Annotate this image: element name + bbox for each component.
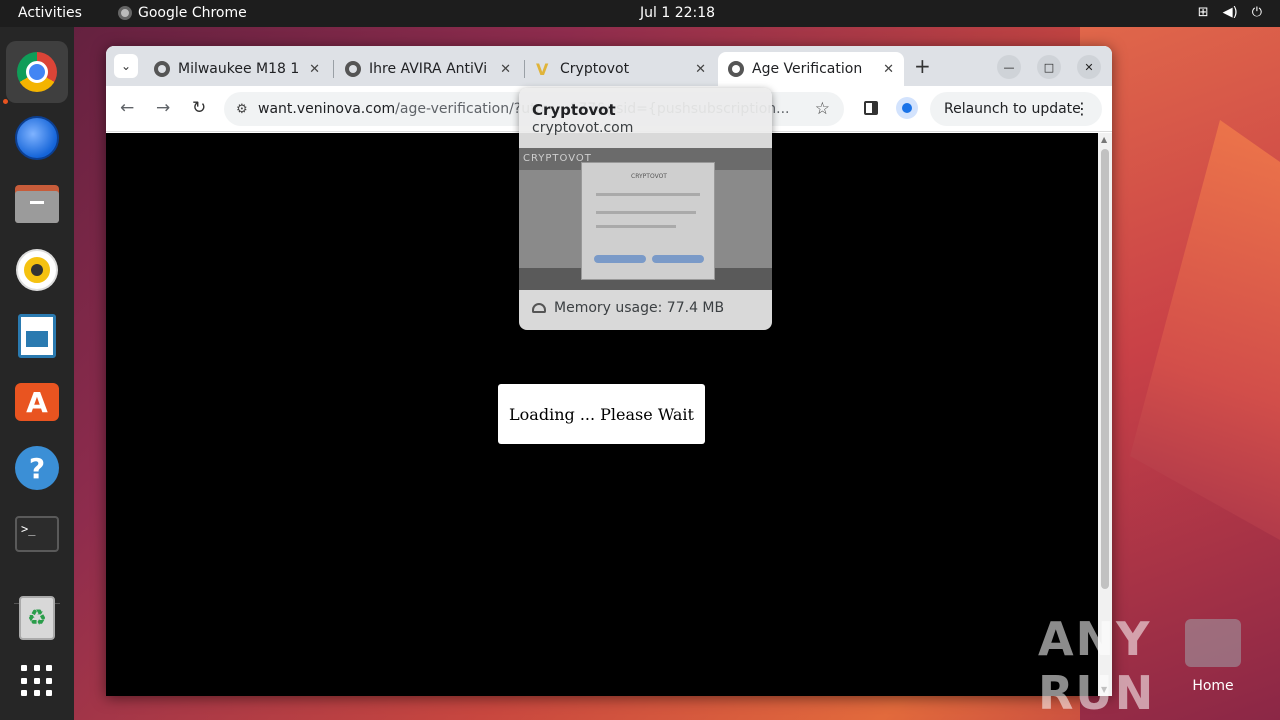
close-icon[interactable]: ✕ bbox=[309, 62, 320, 77]
side-panel-icon[interactable] bbox=[864, 101, 878, 115]
minimize-button[interactable]: — bbox=[997, 55, 1021, 79]
scroll-up-icon[interactable]: ▲ bbox=[1101, 135, 1107, 144]
tab-title: Ihre AVIRA AntiVi bbox=[369, 61, 488, 77]
terminal-icon: >_ bbox=[15, 516, 59, 552]
tab-title: Cryptovot bbox=[560, 61, 630, 77]
url-host: want.veninova.com bbox=[258, 101, 396, 117]
network-icon[interactable]: ⊞ bbox=[1198, 5, 1209, 20]
anyrun-watermark: ANY RUN bbox=[1038, 612, 1156, 720]
relaunch-label: Relaunch to update bbox=[944, 101, 1081, 117]
clock[interactable]: Jul 1 22:18 bbox=[640, 5, 715, 21]
tab-age-verification[interactable]: Age Verification ✕ bbox=[718, 52, 904, 86]
maximize-button[interactable]: □ bbox=[1037, 55, 1061, 79]
top-bar: Activities Google Chrome Jul 1 22:18 ⊞ ◀… bbox=[0, 0, 1280, 27]
dock-writer[interactable] bbox=[6, 305, 68, 367]
globe-icon bbox=[728, 61, 744, 77]
cryptovot-v-icon: V bbox=[536, 59, 549, 79]
reload-icon: ↻ bbox=[192, 98, 207, 118]
tab-separator bbox=[524, 60, 525, 78]
activities-button[interactable]: Activities bbox=[18, 5, 82, 21]
site-info-icon[interactable]: ⚙ bbox=[236, 102, 258, 117]
tab-search-button[interactable]: ⌄ bbox=[114, 54, 138, 78]
help-icon: ? bbox=[15, 446, 59, 490]
running-indicator bbox=[3, 99, 8, 104]
chevron-down-icon: ⌄ bbox=[120, 59, 132, 73]
app-menu[interactable]: Google Chrome bbox=[118, 5, 247, 21]
chrome-icon bbox=[17, 52, 57, 92]
tab-separator bbox=[333, 60, 334, 78]
forward-button[interactable]: → bbox=[156, 98, 170, 118]
memory-gauge-icon bbox=[532, 303, 546, 313]
back-button[interactable]: ← bbox=[120, 98, 134, 118]
arrow-right-icon: → bbox=[156, 98, 171, 118]
dock-files[interactable] bbox=[6, 173, 68, 235]
writer-icon bbox=[18, 314, 56, 358]
app-grid-icon bbox=[21, 665, 53, 697]
hover-card-thumbnail: CRYPTOVOT CRYPTOVOT bbox=[519, 148, 772, 290]
home-label[interactable]: Home bbox=[1178, 678, 1248, 694]
hover-card-title: Cryptovot bbox=[532, 101, 616, 119]
profile-avatar[interactable] bbox=[896, 97, 918, 119]
dock: A ? >_ ♻ bbox=[0, 27, 74, 720]
trash-icon: ♻ bbox=[19, 596, 55, 640]
close-icon: ✕ bbox=[1084, 60, 1094, 74]
dock-app-center[interactable]: A bbox=[6, 371, 68, 433]
power-icon[interactable]: ⏻ bbox=[1252, 5, 1262, 20]
dock-thunderbird[interactable] bbox=[6, 107, 68, 169]
volume-icon[interactable]: ◀) bbox=[1223, 5, 1238, 20]
chrome-icon bbox=[118, 6, 132, 20]
reload-button[interactable]: ↻ bbox=[192, 98, 206, 118]
close-icon[interactable]: ✕ bbox=[695, 62, 706, 77]
folder-icon bbox=[15, 185, 59, 223]
show-apps-button[interactable] bbox=[6, 650, 68, 712]
tab-hover-card: Cryptovot cryptovot.com CRYPTOVOT CRYPTO… bbox=[519, 88, 772, 330]
app-center-icon: A bbox=[15, 383, 59, 421]
close-icon[interactable]: ✕ bbox=[500, 62, 511, 77]
thumbnail-dialog-title: CRYPTOVOT bbox=[631, 173, 667, 180]
rhythmbox-icon bbox=[18, 251, 56, 289]
dock-terminal[interactable]: >_ bbox=[6, 503, 68, 565]
thumbnail-dialog: CRYPTOVOT bbox=[581, 162, 715, 280]
dock-chrome[interactable] bbox=[6, 41, 68, 103]
tab-strip: ⌄ Milwaukee M18 1 ✕ Ihre AVIRA AntiVi ✕ … bbox=[106, 46, 1112, 86]
new-tab-button[interactable]: + bbox=[914, 54, 931, 78]
arrow-left-icon: ← bbox=[120, 98, 135, 118]
minimize-icon: — bbox=[1003, 60, 1015, 74]
system-tray[interactable]: ⊞ ◀) ⏻ bbox=[1198, 5, 1262, 20]
scrollbar-thumb[interactable] bbox=[1101, 149, 1109, 589]
more-menu-icon[interactable]: ⋮ bbox=[1074, 99, 1090, 118]
dock-trash[interactable]: ♻ bbox=[6, 587, 68, 649]
hover-card-memory: Memory usage: 77.4 MB bbox=[532, 300, 724, 316]
close-icon[interactable]: ✕ bbox=[883, 62, 894, 77]
thunderbird-icon bbox=[15, 116, 59, 160]
loading-dialog: Loading ... Please Wait bbox=[498, 384, 705, 444]
close-window-button[interactable]: ✕ bbox=[1077, 55, 1101, 79]
dock-help[interactable]: ? bbox=[6, 437, 68, 499]
bookmark-star-icon[interactable]: ☆ bbox=[815, 99, 830, 119]
person-icon bbox=[902, 103, 912, 113]
tab-avira[interactable]: Ihre AVIRA AntiVi ✕ bbox=[335, 52, 521, 86]
maximize-icon: □ bbox=[1043, 60, 1055, 74]
dock-rhythmbox[interactable] bbox=[6, 239, 68, 301]
relaunch-button[interactable]: Relaunch to update ⋮ bbox=[930, 92, 1102, 126]
tab-milwaukee[interactable]: Milwaukee M18 1 ✕ bbox=[144, 52, 330, 86]
globe-icon bbox=[345, 61, 361, 77]
memory-usage: Memory usage: 77.4 MB bbox=[554, 300, 725, 316]
tab-title: Age Verification bbox=[752, 61, 863, 77]
tab-cryptovot[interactable]: V Cryptovot ✕ bbox=[526, 52, 716, 86]
hover-card-domain: cryptovot.com bbox=[532, 120, 634, 136]
globe-icon bbox=[154, 61, 170, 77]
tab-title: Milwaukee M18 1 bbox=[178, 61, 300, 77]
app-name: Google Chrome bbox=[138, 5, 247, 21]
